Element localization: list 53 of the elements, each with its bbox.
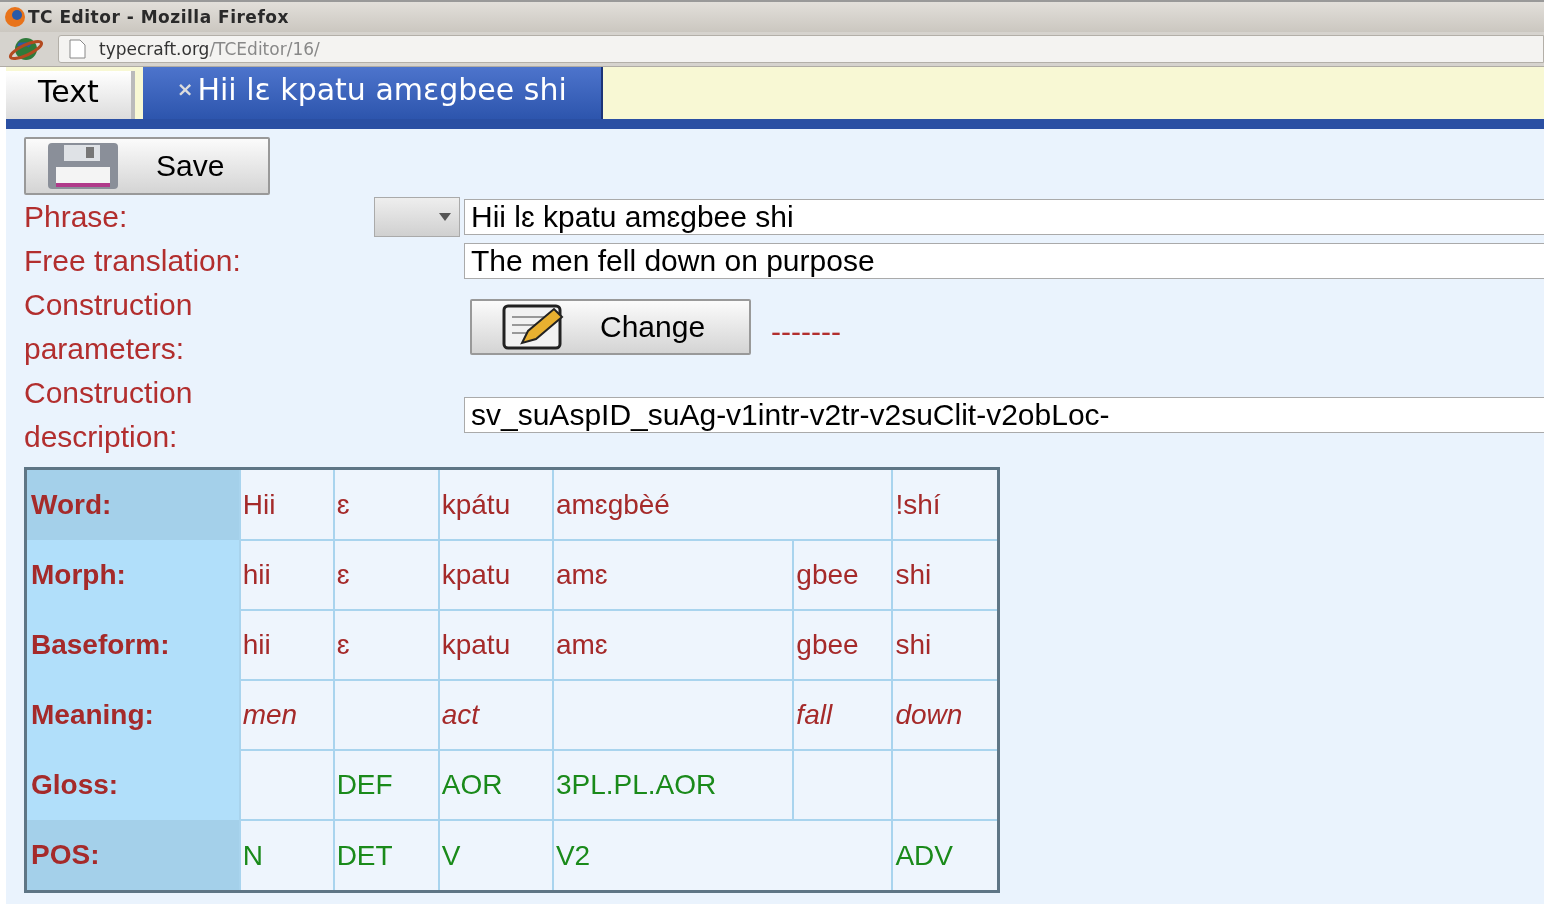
window-title: TC Editor - Mozilla Firefox: [28, 7, 289, 27]
table-cell: fall: [793, 680, 893, 750]
field-label: Construction description:: [24, 375, 194, 455]
globe-icon[interactable]: [8, 36, 44, 62]
row-label: Morph:: [25, 540, 240, 610]
table-cell: men: [239, 680, 334, 750]
table-cell: ɛ: [333, 610, 439, 680]
tab[interactable]: Text: [6, 71, 135, 119]
table-cell: shi: [892, 540, 999, 610]
row-label: POS:: [25, 820, 240, 892]
field-label: Phrase:: [24, 199, 129, 235]
table-cell: hii: [239, 540, 334, 610]
url-text: typecraft.org/TCEditor/16/: [99, 39, 320, 59]
table-cell: DEF: [333, 750, 439, 820]
table-cell: ɛ: [333, 540, 439, 610]
address-field[interactable]: typecraft.org/TCEditor/16/: [58, 35, 1544, 63]
translation-field[interactable]: The men fell down on purpose: [464, 243, 1544, 279]
table-cell: act: [438, 680, 553, 750]
description-field[interactable]: sv_suAspID_suAg-v1intr-v2tr-v2suClit-v2obLoc-: [464, 397, 1544, 433]
row-label: Gloss:: [25, 750, 240, 820]
phrase-field[interactable]: Hii lɛ kpatu amɛgbee shi: [464, 199, 1544, 235]
table-cell: V2: [552, 820, 893, 892]
table-cell: down: [892, 680, 999, 750]
table-cell: hii: [239, 610, 334, 680]
row-label: Baseform:: [25, 610, 240, 680]
row-label: Word:: [25, 468, 240, 540]
table-cell: kpatu: [438, 610, 553, 680]
table-cell: amɛgbèé: [552, 468, 893, 540]
table-cell: ADV: [892, 820, 999, 892]
row-label: Meaning:: [25, 680, 240, 750]
table-cell: kpátu: [438, 468, 553, 540]
table-cell: !shí: [892, 468, 999, 540]
table-cell: ɛ: [333, 468, 439, 540]
parameters-value: -------: [771, 314, 842, 349]
table-cell: amɛ: [552, 610, 794, 680]
table-cell: DET: [333, 820, 439, 892]
table-cell: 3PL.PL.AOR: [552, 750, 794, 820]
table-cell: V: [438, 820, 553, 892]
caret-icon: [439, 213, 451, 221]
table-cell: gbee: [793, 540, 893, 610]
field-label: Construction parameters:: [24, 287, 194, 367]
tab[interactable]: ×Hii lɛ kpatu amɛgbee shi: [142, 67, 603, 119]
table-cell: amɛ: [552, 540, 794, 610]
table-cell: AOR: [438, 750, 553, 820]
save-button[interactable]: Save: [24, 137, 271, 195]
table-cell: Hii: [239, 468, 334, 540]
change-button[interactable]: Change: [470, 299, 752, 355]
close-icon[interactable]: ×: [176, 77, 194, 101]
table-cell: shi: [892, 610, 999, 680]
table-cell: N: [239, 820, 334, 892]
table-cell: kpatu: [438, 540, 553, 610]
field-label: Free translation:: [24, 243, 242, 279]
table-cell: gbee: [793, 610, 893, 680]
